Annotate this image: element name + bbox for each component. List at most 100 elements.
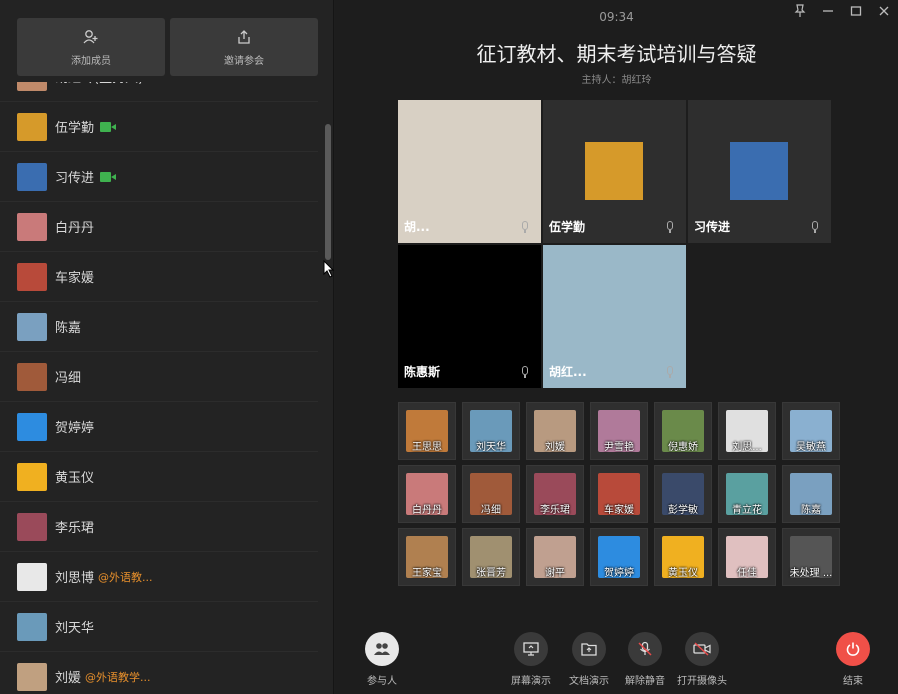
avatar — [17, 662, 47, 691]
mic-icon — [666, 221, 674, 234]
host-line: 主持人：胡红玲 — [581, 75, 652, 86]
list-item[interactable]: 贺婷婷 — [0, 402, 318, 452]
list-item[interactable]: 陈嘉 — [0, 302, 318, 352]
member-name: 贺婷婷 — [55, 421, 95, 436]
thumbnail-name: 尹雪艳 — [604, 442, 634, 453]
participant-thumbnail[interactable]: 刘思... — [718, 402, 776, 460]
avatar — [17, 112, 47, 141]
participant-thumbnail[interactable]: 吴敏燕 — [782, 402, 840, 460]
thumbnail-name: 白丹丹 — [412, 505, 442, 516]
list-item[interactable]: 刘思博 @外语教... — [0, 552, 318, 602]
participant-thumbnail[interactable]: 陈嘉 — [782, 465, 840, 523]
scrollbar-thumb[interactable] — [325, 124, 331, 260]
thumbnail-name: 未处理 ... — [789, 568, 833, 579]
add-user-icon — [82, 28, 100, 46]
avatar — [17, 262, 47, 291]
video-tile[interactable]: 习传进 — [688, 100, 831, 243]
thumbnail-name: 吴敏燕 — [796, 442, 826, 453]
member-name: 李乐珺 — [55, 521, 95, 536]
document-icon — [572, 632, 606, 666]
avatar — [585, 142, 643, 200]
meeting-title: 征订教材、期末考试培训与答疑 — [476, 42, 757, 66]
participant-thumbnail[interactable]: 白丹丹 — [398, 465, 456, 523]
minimize-icon[interactable] — [820, 3, 836, 19]
avatar — [17, 462, 47, 491]
participant-thumbnail[interactable]: 王思思 — [398, 402, 456, 460]
participant-thumbnail[interactable]: 尹雪艳 — [590, 402, 648, 460]
member-name: 习传进 — [55, 171, 95, 186]
participant-thumbnail[interactable]: 谢平 — [526, 528, 584, 586]
participant-thumbnail[interactable]: 张晋芳 — [462, 528, 520, 586]
participant-thumbnail[interactable]: 彭学敏 — [654, 465, 712, 523]
participants-label: 参与人 — [367, 676, 397, 687]
muted-mic-icon — [628, 632, 662, 666]
participant-thumbnail[interactable]: 冯细 — [462, 465, 520, 523]
thumbnail-name: 谢平 — [545, 568, 565, 579]
participant-thumbnail[interactable]: 青立花 — [718, 465, 776, 523]
list-item[interactable]: 刘媛 @外语教学... — [0, 652, 318, 694]
mic-icon — [521, 221, 529, 234]
invite-button[interactable]: 邀请参会 — [170, 18, 318, 76]
thumbnail-name: 王家宝 — [412, 568, 442, 579]
video-tile[interactable]: 伍学勤 — [543, 100, 686, 243]
thumbnail-name: 李乐珺 — [540, 505, 570, 516]
video-tile[interactable]: 胡红... — [543, 245, 686, 388]
unmute-button[interactable]: 解除静音 — [615, 632, 675, 687]
maximize-icon[interactable] — [848, 3, 864, 19]
member-org: @外语教... — [98, 570, 153, 584]
participant-thumbnail[interactable]: 车家媛 — [590, 465, 648, 523]
thumbnail-name: 张晋芳 — [476, 568, 506, 579]
member-name: 伍学勤 — [55, 121, 95, 136]
camera-label: 打开摄像头 — [677, 676, 727, 687]
thumbnail-name: 刘天华 — [476, 442, 506, 453]
video-tile[interactable]: 陈惠斯 — [398, 245, 541, 388]
participant-thumbnail[interactable]: 任佳 — [718, 528, 776, 586]
list-item[interactable]: 伍学勤 — [0, 102, 318, 152]
participants-button[interactable]: 参与人 — [352, 632, 412, 687]
thumbnail-name: 贺婷婷 — [604, 568, 634, 579]
avatar — [17, 562, 47, 591]
participant-thumbnail[interactable]: 刘天华 — [462, 402, 520, 460]
list-item[interactable]: 黄玉仪 — [0, 452, 318, 502]
video-tile[interactable]: 胡... — [398, 100, 541, 243]
screen-share-button[interactable]: 屏幕演示 — [501, 632, 561, 687]
member-list: 胡红玲(主持人)伍学勤习传进白丹丹车家媛陈嘉冯细贺婷婷黄玉仪李乐珺刘思博@外语教… — [0, 52, 318, 694]
mic-icon — [521, 366, 529, 379]
participant-thumbnail[interactable]: 黄玉仪 — [654, 528, 712, 586]
list-item[interactable]: 白丹丹 — [0, 202, 318, 252]
mic-icon — [666, 366, 674, 379]
list-item[interactable]: 车家媛 — [0, 252, 318, 302]
camera-button[interactable]: 打开摄像头 — [672, 632, 732, 687]
mic-icon — [811, 221, 819, 234]
thumbnail-name: 任佳 — [737, 568, 757, 579]
add-member-button[interactable]: 添加成员 — [17, 18, 165, 76]
close-icon[interactable] — [876, 3, 892, 19]
pin-icon[interactable] — [792, 3, 808, 19]
doc-share-button[interactable]: 文档演示 — [559, 632, 619, 687]
avatar — [17, 212, 47, 241]
camera-on-icon — [100, 121, 117, 132]
thumbnail-name: 陈嘉 — [801, 505, 821, 516]
list-item[interactable]: 李乐珺 — [0, 502, 318, 552]
window-controls — [792, 3, 892, 19]
screen-share-icon — [514, 632, 548, 666]
participant-thumbnail[interactable]: 贺婷婷 — [590, 528, 648, 586]
participant-thumbnail[interactable]: 倪惠娇 — [654, 402, 712, 460]
member-name: 白丹丹 — [55, 221, 95, 236]
participant-panel: 胡红玲(主持人)伍学勤习传进白丹丹车家媛陈嘉冯细贺婷婷黄玉仪李乐珺刘思博@外语教… — [0, 0, 334, 694]
participant-thumbnail[interactable]: 李乐珺 — [526, 465, 584, 523]
thumbnail-name: 彭学敏 — [668, 505, 698, 516]
member-name: 刘思博 — [55, 571, 95, 586]
member-name: 冯细 — [55, 371, 82, 386]
participant-thumbnail[interactable]: 未处理 ... — [782, 528, 840, 586]
participant-thumbnail[interactable]: 王家宝 — [398, 528, 456, 586]
list-item[interactable]: 习传进 — [0, 152, 318, 202]
end-meeting-button[interactable]: 结束 — [823, 632, 883, 687]
video-name: 胡... — [404, 220, 430, 234]
list-item[interactable]: 刘天华 — [0, 602, 318, 652]
participant-thumbnail[interactable]: 刘媛 — [526, 402, 584, 460]
avatar — [17, 162, 47, 191]
thumbnail-name: 车家媛 — [604, 505, 634, 516]
power-icon — [836, 632, 870, 666]
list-item[interactable]: 冯细 — [0, 352, 318, 402]
